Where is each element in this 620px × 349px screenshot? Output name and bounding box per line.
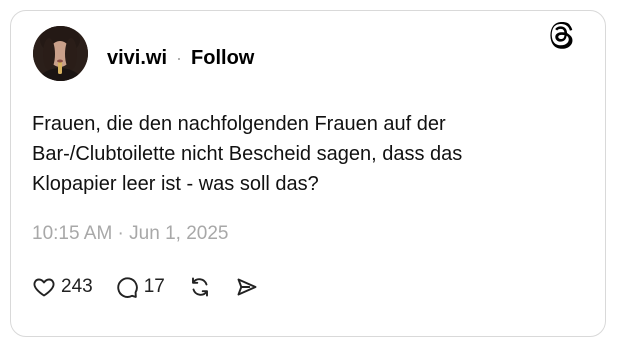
- post-timestamp[interactable]: 10:15 AM · Jun 1, 2025: [32, 222, 228, 246]
- username[interactable]: vivi.wi: [107, 46, 167, 70]
- repost-button[interactable]: [187, 275, 213, 299]
- comment-icon: [117, 277, 138, 298]
- avatar[interactable]: [33, 26, 88, 81]
- post-text-line: Frauen, die den nachfolgenden Frauen auf…: [32, 113, 446, 135]
- post-text-line: Bar-/Clubtoilette nicht Bescheid sagen, …: [32, 143, 463, 165]
- post-text-line: Klopapier leer ist - was soll das?: [32, 173, 319, 195]
- separator-dot: ·: [176, 48, 183, 68]
- post-text: Frauen, die den nachfolgenden Frauen auf…: [32, 109, 552, 199]
- like-button[interactable]: 243: [32, 275, 93, 299]
- reply-button[interactable]: 17: [115, 275, 165, 299]
- post-actions: 243 17: [32, 273, 259, 301]
- like-count: 243: [61, 276, 93, 297]
- reply-count: 17: [143, 276, 165, 297]
- share-icon: [237, 278, 257, 296]
- post-header: vivi.wi · Follow: [107, 46, 254, 70]
- heart-icon: [33, 278, 55, 297]
- threads-logo-icon[interactable]: [547, 21, 575, 49]
- share-button[interactable]: [235, 275, 259, 299]
- repost-icon: [191, 277, 208, 297]
- follow-button[interactable]: Follow: [191, 46, 254, 70]
